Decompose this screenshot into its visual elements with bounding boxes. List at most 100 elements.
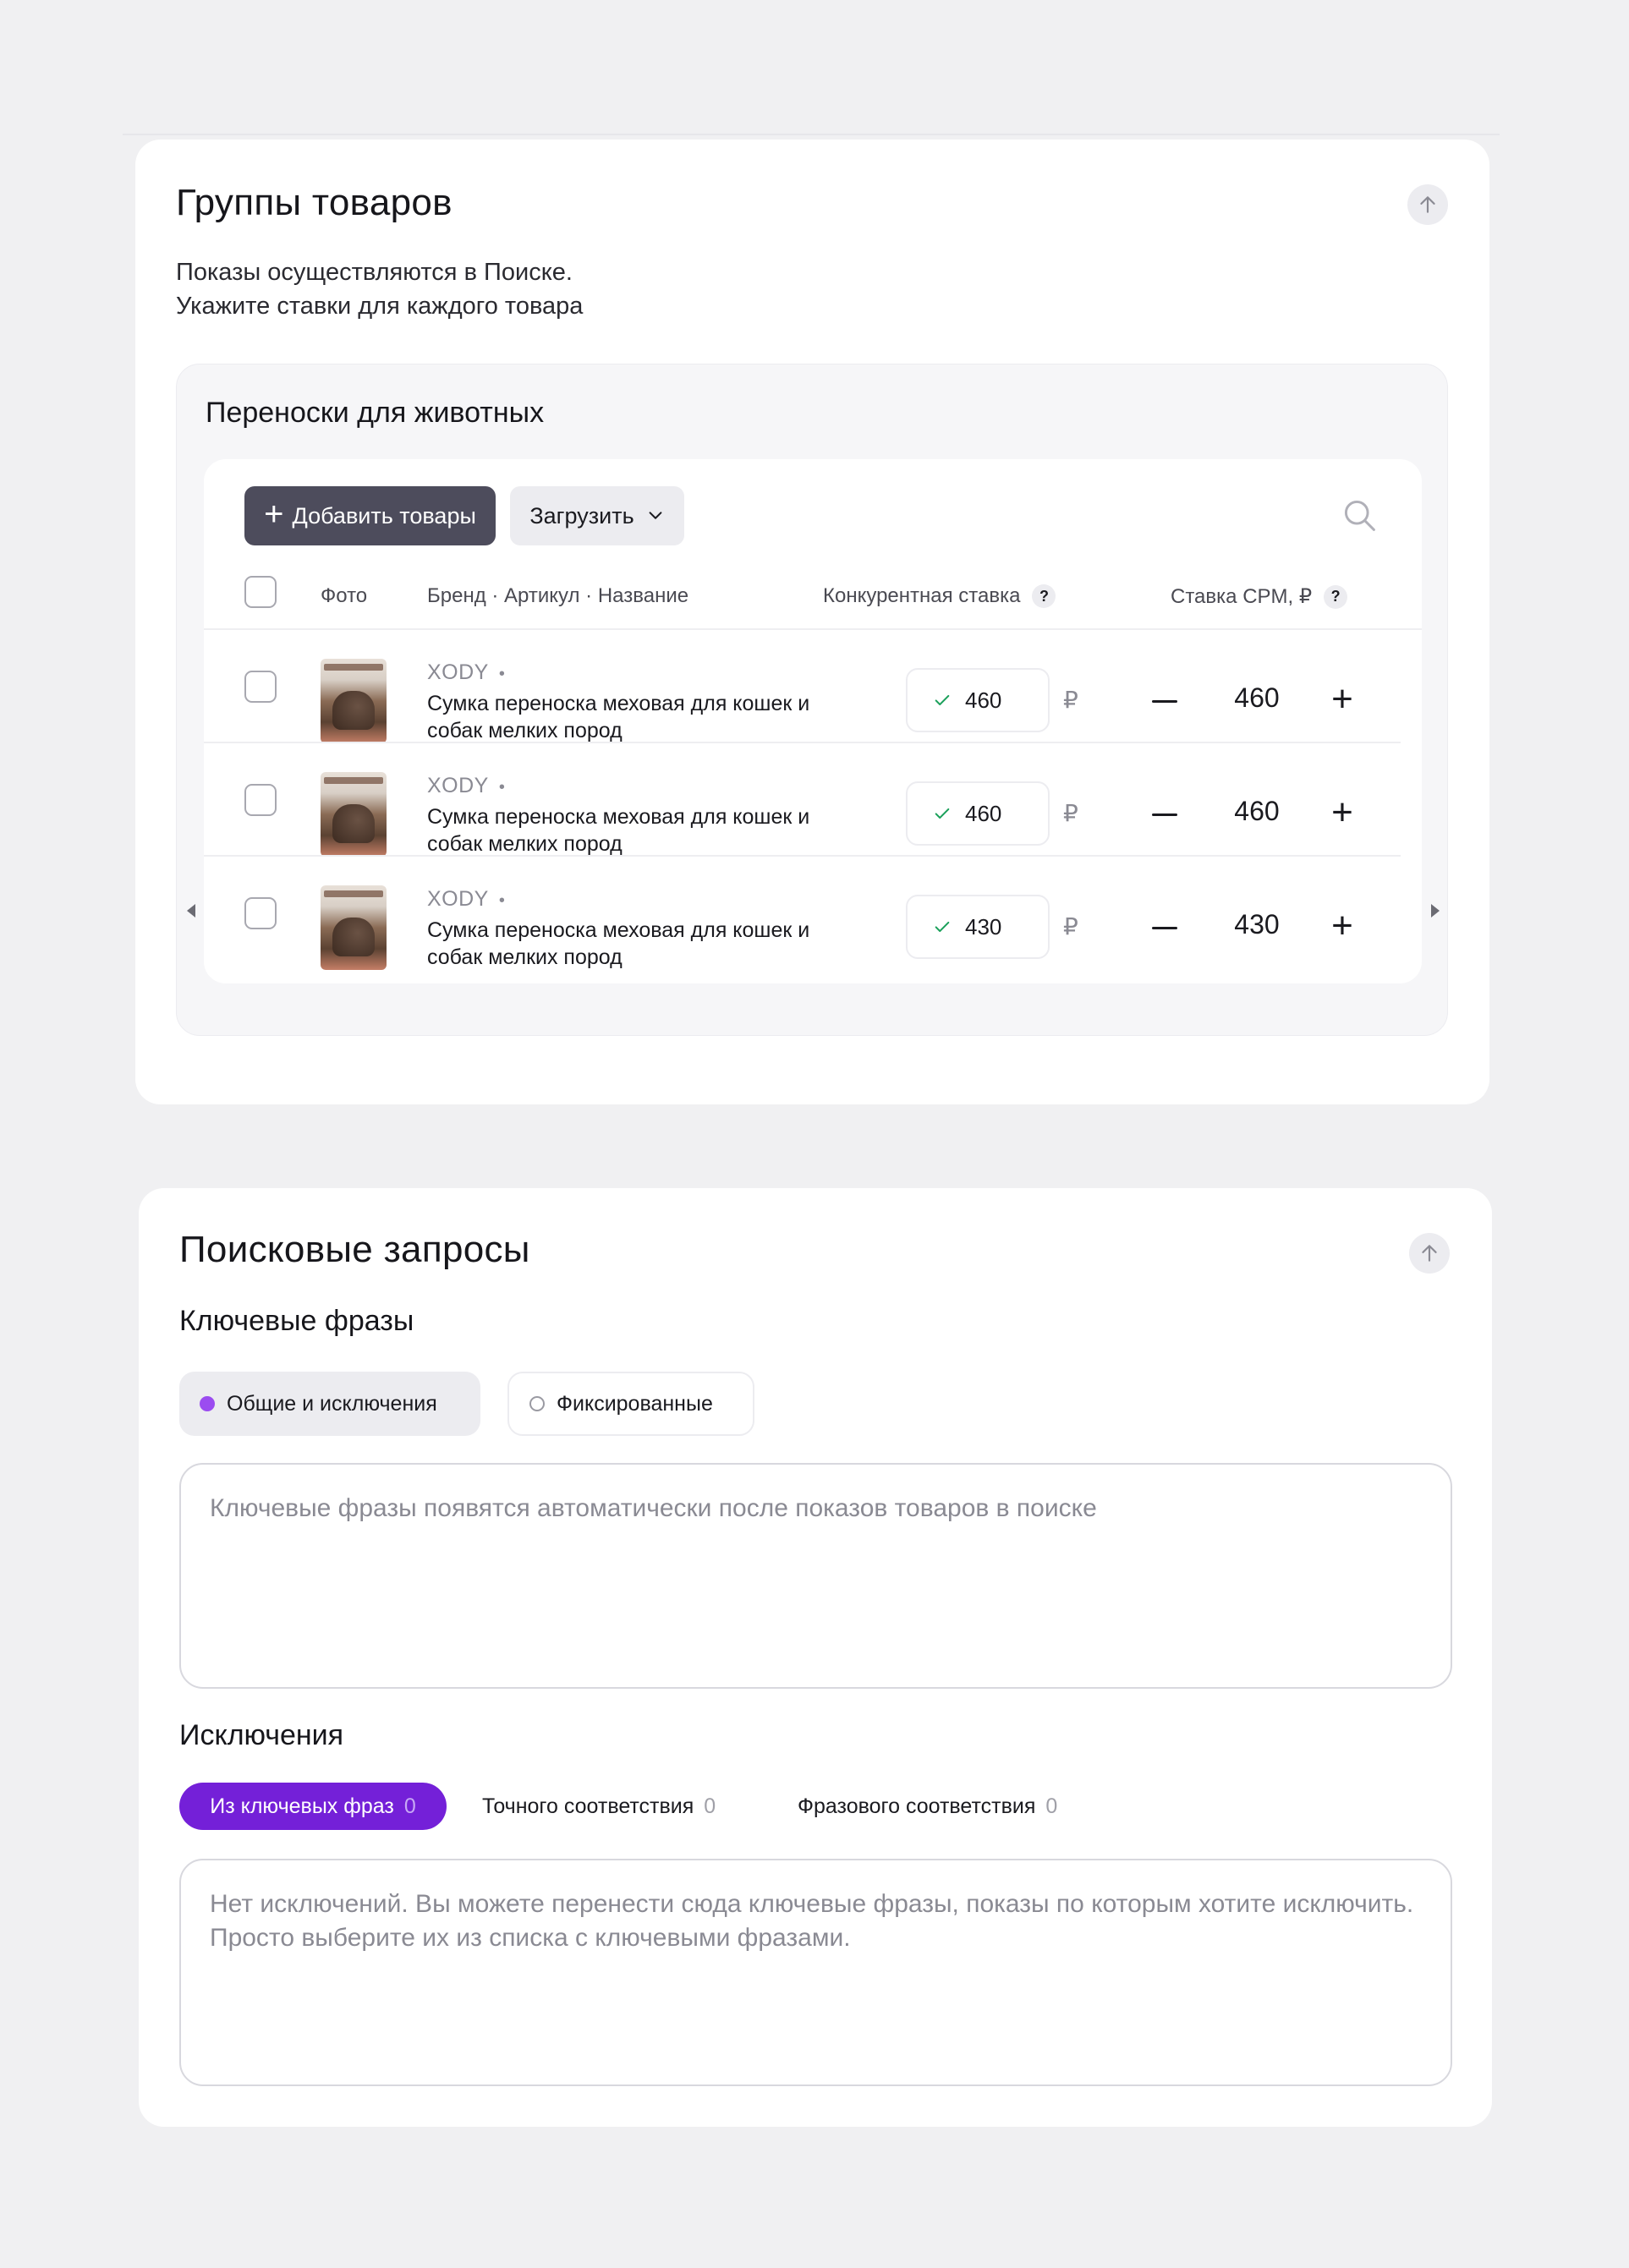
competitive-bid-box[interactable]: 460 — [906, 781, 1050, 846]
photo-bag-shape — [332, 804, 375, 843]
radio-general-exclusions[interactable]: Общие и исключения — [179, 1372, 480, 1436]
header-label: Бренд · Артикул · Название — [427, 584, 689, 607]
cpm-bid-value[interactable]: 460 — [1215, 796, 1299, 827]
check-icon — [935, 694, 950, 706]
help-icon[interactable]: ? — [1032, 584, 1056, 608]
exclusions-field[interactable]: Нет исключений. Вы можете перенести сюда… — [179, 1859, 1452, 2086]
photo-label-strip — [324, 890, 383, 897]
tab-count: 0 — [704, 1794, 716, 1818]
radio-fixed[interactable]: Фиксированные — [507, 1372, 754, 1436]
product-photo[interactable] — [321, 772, 387, 857]
currency-sign: ₽ — [1063, 800, 1078, 826]
radio-label: Фиксированные — [557, 1391, 713, 1416]
minus-icon — [1152, 813, 1177, 816]
collapse-button[interactable] — [1407, 184, 1448, 225]
photo-label-strip — [324, 664, 383, 671]
competitive-bid-box[interactable]: 460 — [906, 668, 1050, 732]
product-brand: XODY • — [427, 774, 505, 798]
table-row: XODY • Сумка переноска меховая для кошек … — [204, 743, 1422, 857]
product-name[interactable]: Сумка переноска меховая для кошек и соба… — [427, 690, 867, 744]
product-name[interactable]: Сумка переноска меховая для кошек и соба… — [427, 917, 867, 971]
table-row: XODY • Сумка переноска меховая для кошек … — [204, 630, 1422, 743]
product-name[interactable]: Сумка переноска меховая для кошек и соба… — [427, 803, 867, 857]
product-photo[interactable] — [321, 659, 387, 743]
product-brand: XODY • — [427, 887, 505, 912]
upload-dropdown[interactable]: Загрузить — [510, 486, 684, 545]
currency-sign: ₽ — [1063, 913, 1078, 940]
competitive-bid-value: 430 — [965, 913, 1002, 940]
subtitle-line: Показы осуществляются в Поиске. — [176, 259, 573, 286]
keywords-placeholder: Ключевые фразы появятся автоматически по… — [210, 1494, 1097, 1522]
minus-icon — [1152, 926, 1177, 929]
tab-count: 0 — [403, 1794, 416, 1818]
table-row: XODY • Сумка переноска меховая для кошек … — [204, 857, 1422, 970]
tab-label: Точного соответствия — [482, 1794, 694, 1818]
radio-selected-icon — [200, 1396, 215, 1411]
row-checkbox[interactable] — [244, 897, 277, 929]
brand-text: XODY — [427, 774, 489, 797]
product-groups-card: Группы товаров Показы осуществляются в П… — [135, 140, 1489, 1104]
arrow-up-icon — [1422, 1245, 1437, 1262]
exclusions-hint-text: Просто выберите их из списка с ключевыми… — [210, 1924, 851, 1952]
minus-icon — [1152, 699, 1177, 703]
column-header-competitive-bid: Конкурентная ставка ? — [823, 584, 1056, 608]
radio-unselected-icon — [529, 1396, 545, 1411]
tab-from-keywords[interactable]: Из ключевых фраз 0 — [179, 1783, 447, 1830]
row-checkbox[interactable] — [244, 784, 277, 816]
search-icon[interactable] — [1341, 496, 1378, 534]
decrease-bid-button[interactable] — [1144, 794, 1185, 835]
brand-text: XODY — [427, 660, 489, 684]
keywords-field[interactable]: Ключевые фразы появятся автоматически по… — [179, 1463, 1452, 1689]
search-queries-card: Поисковые запросы Ключевые фразы Общие и… — [139, 1188, 1492, 2127]
upload-label: Загрузить — [529, 502, 634, 529]
separator-dot: • — [498, 778, 506, 797]
column-header-name: Бренд · Артикул · Название — [427, 584, 688, 608]
product-brand: XODY • — [427, 660, 505, 685]
search-queries-title: Поисковые запросы — [179, 1229, 530, 1270]
help-icon[interactable]: ? — [1324, 584, 1348, 609]
increase-bid-button[interactable]: + — [1322, 679, 1363, 720]
arrow-up-icon — [1420, 196, 1435, 213]
separator-dot: • — [498, 891, 506, 910]
group-title: Переноски для животных — [206, 397, 545, 429]
tab-phrase-match[interactable]: Фразового соответствия 0 — [798, 1783, 1057, 1830]
row-checkbox[interactable] — [244, 671, 277, 703]
header-label: Фото — [321, 584, 368, 607]
products-table: + Добавить товары Загрузить Фото Бренд ·… — [204, 459, 1422, 983]
competitive-bid-box[interactable]: 430 — [906, 895, 1050, 959]
scroll-right-arrow[interactable] — [1431, 904, 1440, 918]
top-divider — [123, 134, 1500, 135]
increase-bid-button[interactable]: + — [1322, 906, 1363, 946]
column-header-photo: Фото — [321, 584, 367, 608]
tab-exact-match[interactable]: Точного соответствия 0 — [482, 1783, 716, 1830]
plus-icon: + — [264, 496, 284, 533]
cpm-bid-value[interactable]: 460 — [1215, 682, 1299, 714]
currency-sign: ₽ — [1063, 687, 1078, 713]
column-header-cpm-bid: Ставка CPM, ₽ ? — [1171, 584, 1348, 609]
check-icon — [935, 921, 950, 933]
tab-count: 0 — [1045, 1794, 1058, 1818]
header-label: Ставка CPM, ₽ — [1171, 585, 1313, 608]
competitive-bid-value: 460 — [965, 687, 1002, 713]
decrease-bid-button[interactable] — [1144, 907, 1185, 948]
exclusions-empty-text: Нет исключений. Вы можете перенести сюда… — [210, 1890, 1414, 1918]
check-icon — [935, 808, 950, 819]
tab-label: Фразового соответствия — [798, 1794, 1036, 1818]
product-group: Переноски для животных + Добавить товары… — [176, 364, 1448, 1036]
cpm-bid-value[interactable]: 430 — [1215, 909, 1299, 940]
photo-bag-shape — [332, 918, 375, 956]
select-all-checkbox[interactable] — [244, 576, 277, 608]
photo-label-strip — [324, 777, 383, 784]
header-label: Конкурентная ставка — [823, 584, 1021, 607]
card-subtitle: Показы осуществляются в Поиске. Укажите … — [176, 255, 583, 323]
keywords-heading: Ключевые фразы — [179, 1305, 414, 1337]
decrease-bid-button[interactable] — [1144, 681, 1185, 721]
increase-bid-button[interactable]: + — [1322, 792, 1363, 833]
collapse-button[interactable] — [1409, 1233, 1450, 1274]
exclusions-heading: Исключения — [179, 1719, 344, 1751]
scroll-left-arrow[interactable] — [187, 904, 195, 918]
radio-label: Общие и исключения — [227, 1391, 437, 1416]
product-photo[interactable] — [321, 885, 387, 970]
competitive-bid-value: 460 — [965, 800, 1002, 826]
add-products-button[interactable]: + Добавить товары — [244, 486, 496, 545]
